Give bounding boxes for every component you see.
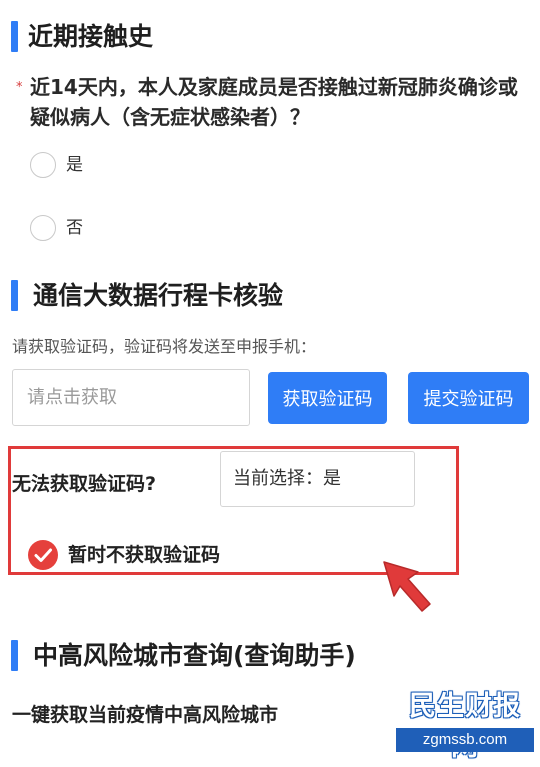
skip-code-checkbox-label[interactable]: 暂时不获取验证码 bbox=[68, 541, 220, 569]
radio-yes-label: 是 bbox=[66, 155, 83, 175]
section-title-itinerary: 通信大数据行程卡核验 bbox=[33, 281, 284, 310]
submit-code-button[interactable]: 提交验证码 bbox=[408, 372, 529, 424]
section-accent-bar bbox=[11, 640, 18, 671]
get-code-button[interactable]: 获取验证码 bbox=[268, 372, 387, 424]
section-title-risk-cities: 中高风险城市查询(查询助手) bbox=[33, 641, 356, 670]
red-pointer-arrow-icon bbox=[383, 561, 431, 612]
section-accent-bar bbox=[11, 21, 18, 52]
verification-hint: 请获取验证码，验证码将发送至申报手机： bbox=[12, 337, 317, 356]
watermark-title: 民生财报网 bbox=[409, 691, 521, 762]
required-mark: * bbox=[16, 80, 23, 95]
current-selection-select[interactable]: 当前选择：是 bbox=[220, 451, 415, 507]
section-accent-bar bbox=[11, 280, 18, 311]
radio-no-label: 否 bbox=[66, 218, 83, 238]
no-code-label: 无法获取验证码? bbox=[12, 473, 157, 495]
radio-yes[interactable] bbox=[30, 152, 56, 178]
section-title-contact-history: 近期接触史 bbox=[28, 22, 154, 51]
verification-code-input[interactable] bbox=[12, 369, 250, 426]
watermark-url: zgmssb.com bbox=[396, 728, 534, 752]
checkmark-icon bbox=[34, 548, 52, 562]
check-circle-icon[interactable] bbox=[28, 540, 58, 570]
site-watermark: 民生财报网 zgmssb.com bbox=[396, 687, 534, 762]
radio-no[interactable] bbox=[30, 215, 56, 241]
risk-city-description: 一键获取当前疫情中高风险城市 bbox=[12, 704, 279, 726]
contact-question: 近14天内，本人及家庭成员是否接触过新冠肺炎确诊或疑似病人（含无症状感染者）？ bbox=[30, 75, 518, 129]
